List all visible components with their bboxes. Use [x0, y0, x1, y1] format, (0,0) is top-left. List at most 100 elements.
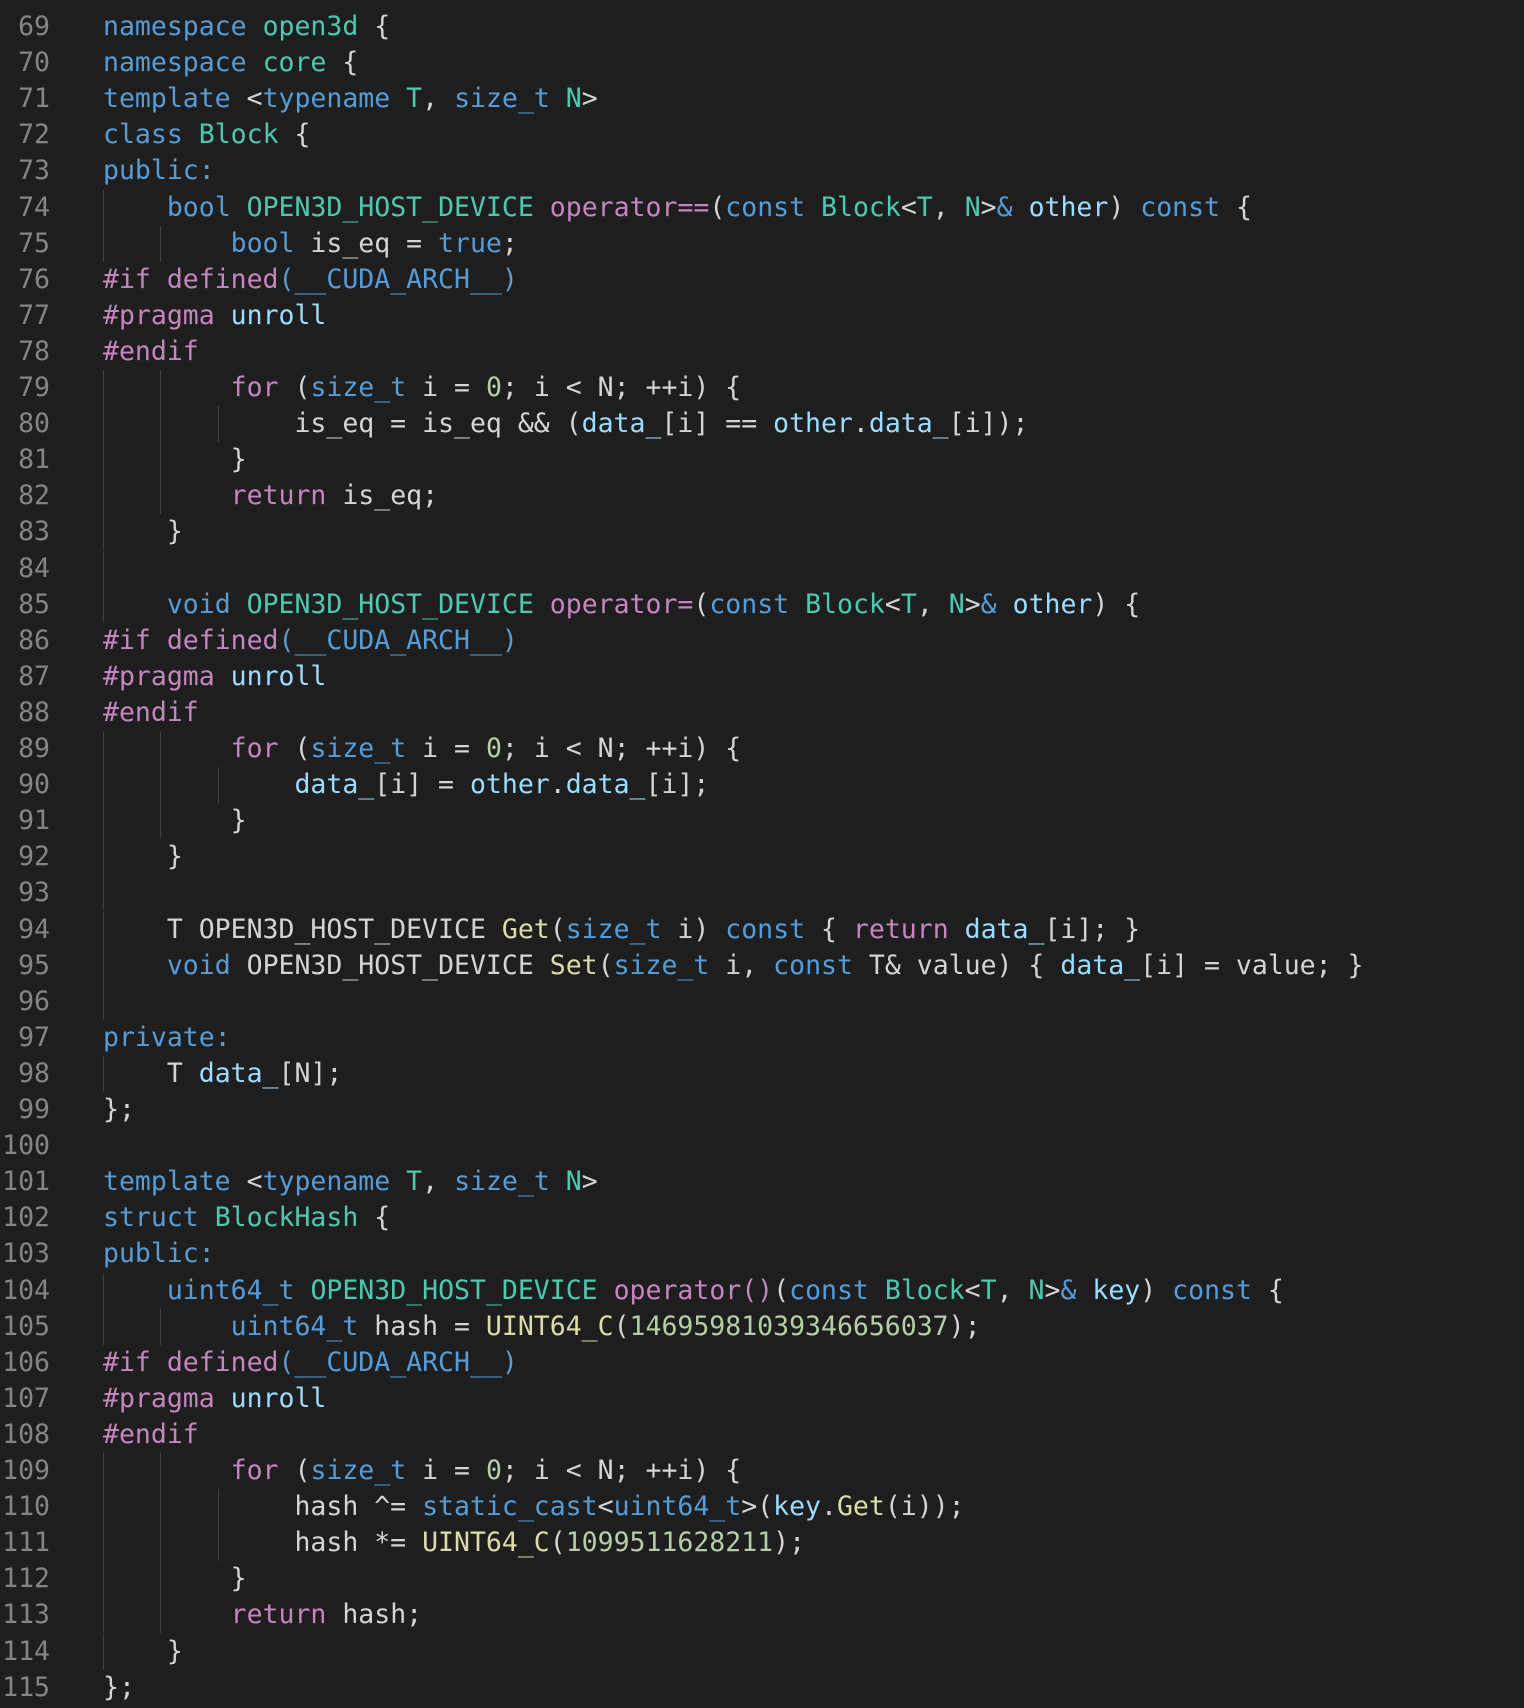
code-line[interactable]: 82 return is_eq;: [0, 478, 1524, 515]
code-line[interactable]: 76 #if defined(__CUDA_ARCH__): [0, 262, 1524, 298]
code-line[interactable]: 113 return hash;: [0, 1597, 1524, 1634]
code-line[interactable]: 89 for (size_t i = 0; i < N; ++i) {: [0, 731, 1524, 767]
line-number: 80: [18, 408, 50, 440]
code-line[interactable]: 95 void OPEN3D_HOST_DEVICE Set(size_t i,…: [0, 947, 1524, 984]
code-line[interactable]: 104 uint64_t OPEN3D_HOST_DEVICE operator…: [0, 1272, 1524, 1309]
code-line[interactable]: 88 #endif: [0, 695, 1524, 731]
line-number: 73: [18, 155, 50, 187]
code-line[interactable]: 85 void OPEN3D_HOST_DEVICE operator=(con…: [0, 586, 1524, 623]
line-number: 85: [18, 588, 50, 620]
code-token: (: [278, 624, 295, 656]
code-line[interactable]: 69 namespace open3d {: [0, 9, 1524, 45]
line-number: 91: [18, 805, 50, 837]
code-line[interactable]: 93: [0, 875, 1524, 912]
code-line[interactable]: 97 private:: [0, 1020, 1524, 1056]
code-line[interactable]: 79 for (size_t i = 0; i < N; ++i) {: [0, 370, 1524, 406]
code-line[interactable]: 114 }: [0, 1633, 1524, 1670]
code-line[interactable]: 100: [0, 1128, 1524, 1164]
code-token: operator(): [613, 1274, 774, 1306]
code-text: for (size_t i = 0; i < N; ++i) {: [103, 731, 742, 767]
code-line[interactable]: 96: [0, 983, 1524, 1020]
code-line[interactable]: 90 data_[i] = other.data_[i];: [0, 767, 1524, 804]
code-token: const: [725, 913, 806, 945]
code-line[interactable]: 94 T OPEN3D_HOST_DEVICE Get(size_t i) co…: [0, 911, 1524, 948]
code-token: #pragma: [103, 660, 215, 692]
code-text: };: [103, 1670, 135, 1706]
code-line[interactable]: 108 #endif: [0, 1417, 1524, 1453]
code-token: (: [278, 733, 311, 764]
code-line[interactable]: 98 T data_[N];: [0, 1055, 1524, 1092]
code-token: Set: [549, 949, 598, 981]
code-token: Get: [501, 913, 550, 945]
code-token: operator=: [549, 588, 694, 620]
code-token: other: [1012, 588, 1093, 620]
code-token: }: [103, 1563, 247, 1595]
code-token: const: [709, 588, 790, 620]
code-line[interactable]: 107 #pragma unroll: [0, 1381, 1524, 1417]
code-line[interactable]: 74 bool OPEN3D_HOST_DEVICE operator==(co…: [0, 189, 1524, 226]
code-line[interactable]: 115};: [0, 1670, 1524, 1706]
code-token: .: [549, 769, 566, 801]
code-token: <: [597, 1491, 614, 1523]
line-number: 106: [2, 1346, 50, 1378]
code-token: 0: [485, 1455, 502, 1486]
code-line[interactable]: 87 #pragma unroll: [0, 659, 1524, 695]
code-token: N: [565, 1166, 582, 1198]
code-line[interactable]: 83 }: [0, 514, 1524, 551]
code-line[interactable]: 70 namespace core {: [0, 45, 1524, 81]
code-token: (: [278, 263, 295, 295]
code-line[interactable]: 91 }: [0, 803, 1524, 840]
code-line[interactable]: 84: [0, 550, 1524, 587]
code-token: key: [1092, 1274, 1141, 1306]
code-token: ; i < N; ++i) {: [501, 372, 742, 403]
line-number: 95: [18, 949, 50, 981]
code-token: }: [103, 805, 247, 837]
code-line[interactable]: 105 uint64_t hash = UINT64_C(14695981039…: [0, 1308, 1524, 1345]
code-line[interactable]: 75 bool is_eq = true;: [0, 225, 1524, 262]
code-line[interactable]: 110 hash ^= static_cast<uint64_t>(key.Ge…: [0, 1489, 1524, 1526]
code-token: i =: [406, 1455, 486, 1486]
code-line[interactable]: 73 public:: [0, 153, 1524, 189]
indent-guide: [103, 550, 104, 587]
code-token: ; i < N; ++i) {: [501, 1455, 742, 1486]
code-token: ): [1140, 1274, 1173, 1306]
code-token: __CUDA_ARCH__: [294, 1346, 502, 1378]
code-line[interactable]: 77 #pragma unroll: [0, 298, 1524, 334]
line-number: 84: [18, 552, 50, 584]
code-line[interactable]: 80 is_eq = is_eq && (data_[i] == other.d…: [0, 406, 1524, 443]
code-token: i,: [709, 949, 774, 981]
code-line[interactable]: 101 template <typename T, size_t N>: [0, 1164, 1524, 1200]
code-token: T: [916, 191, 933, 223]
code-line[interactable]: 102 struct BlockHash {: [0, 1200, 1524, 1236]
code-line[interactable]: 106 #if defined(__CUDA_ARCH__): [0, 1345, 1524, 1381]
line-number: 112: [2, 1563, 50, 1595]
code-editor[interactable]: 69 namespace open3d {70 namespace core {71…: [0, 0, 1524, 1708]
code-line[interactable]: 71 template <typename T, size_t N>: [0, 81, 1524, 117]
code-token: [i] =: [374, 769, 470, 801]
code-token: unroll: [230, 660, 327, 692]
code-line[interactable]: 72 class Block {: [0, 117, 1524, 153]
code-token: void: [166, 949, 231, 981]
code-token: T OPEN3D_HOST_DEVICE: [103, 913, 502, 945]
code-line[interactable]: 81 }: [0, 442, 1524, 479]
line-number: 69: [18, 11, 50, 42]
line-number: 71: [18, 83, 50, 115]
code-line[interactable]: 112 }: [0, 1561, 1524, 1598]
code-line[interactable]: 111 hash *= UINT64_C(1099511628211);: [0, 1525, 1524, 1562]
code-line[interactable]: 103 public:: [0, 1236, 1524, 1272]
code-line[interactable]: 86 #if defined(__CUDA_ARCH__): [0, 623, 1524, 659]
code-token: template: [103, 83, 231, 115]
code-line[interactable]: 109 for (size_t i = 0; i < N; ++i) {: [0, 1453, 1524, 1489]
code-token: UINT64_C: [422, 1527, 550, 1559]
code-line[interactable]: 99};: [0, 1092, 1524, 1128]
code-token: .: [852, 408, 869, 440]
code-line[interactable]: 92 }: [0, 839, 1524, 876]
code-line[interactable]: 78 #endif: [0, 334, 1524, 370]
